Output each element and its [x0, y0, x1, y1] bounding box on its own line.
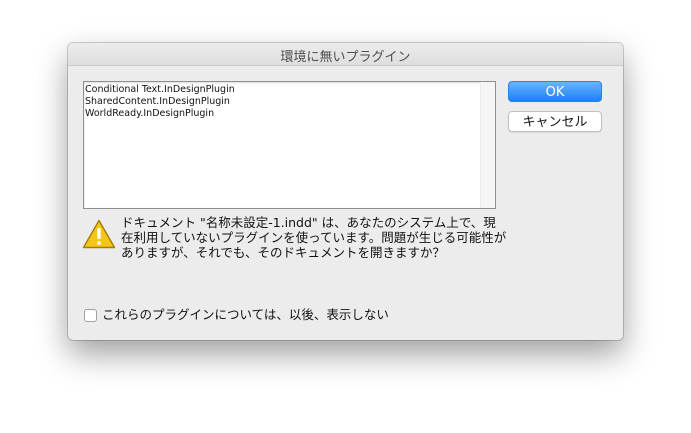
- list-item[interactable]: WorldReady.InDesignPlugin: [85, 108, 495, 120]
- message-line: ドキュメント "名称未設定-1.indd" は、あなたのシステム上で、現: [121, 215, 496, 230]
- list-item[interactable]: SharedContent.InDesignPlugin: [85, 96, 495, 108]
- warning-message: ドキュメント "名称未設定-1.indd" は、あなたのシステム上で、現 在利用…: [121, 215, 507, 260]
- dont-show-label[interactable]: これらのプラグインについては、以後、表示しない: [102, 307, 389, 323]
- message-line: 在利用していないプラグインを使っています。問題が生じる可能性が: [121, 230, 507, 245]
- ok-button[interactable]: OK: [508, 81, 602, 102]
- missing-plugins-dialog: 環境に無いプラグイン Conditional Text.InDesignPlug…: [68, 43, 623, 340]
- message-line: ありますが、それでも、そのドキュメントを開きますか？: [121, 245, 446, 260]
- list-scrollbar[interactable]: [480, 82, 495, 208]
- cancel-button[interactable]: キャンセル: [508, 111, 602, 132]
- plugin-items: Conditional Text.InDesignPlugin SharedCo…: [84, 82, 495, 120]
- warning-icon: [82, 219, 116, 249]
- dont-show-checkbox[interactable]: [84, 309, 97, 322]
- list-item[interactable]: Conditional Text.InDesignPlugin: [85, 84, 495, 96]
- title-bar[interactable]: 環境に無いプラグイン: [68, 43, 623, 66]
- dialog-title: 環境に無いプラグイン: [280, 50, 411, 65]
- missing-plugins-list[interactable]: Conditional Text.InDesignPlugin SharedCo…: [83, 81, 496, 209]
